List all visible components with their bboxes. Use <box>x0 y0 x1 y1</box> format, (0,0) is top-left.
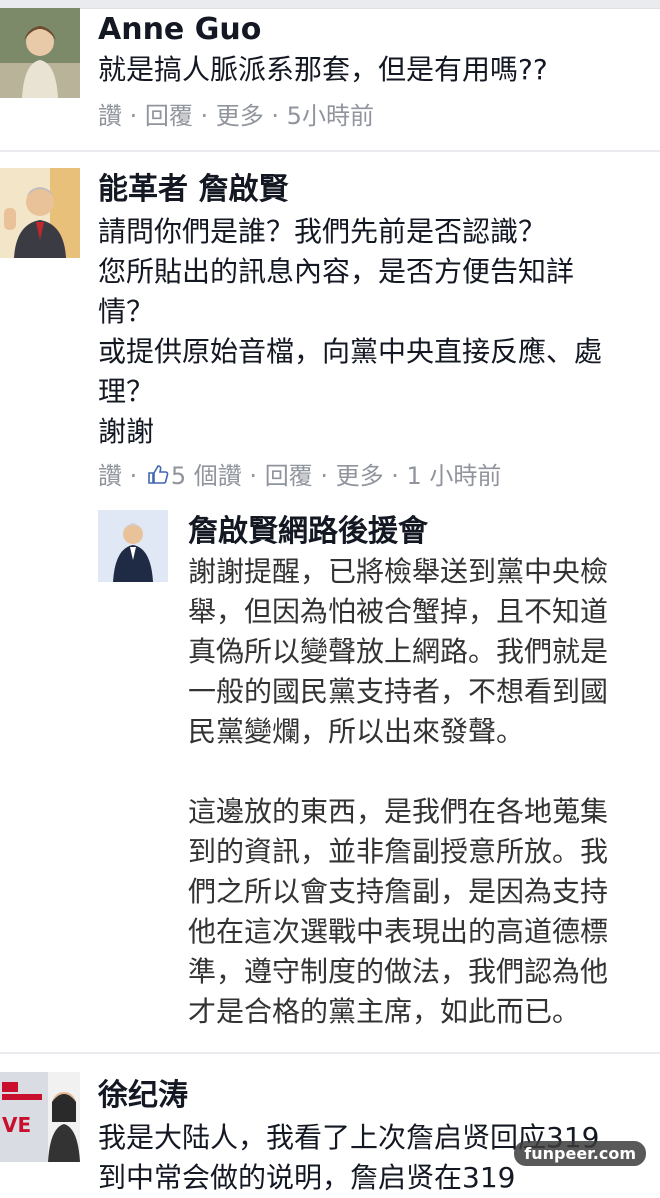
like-link[interactable]: 讚 <box>98 100 122 132</box>
reply-author[interactable]: 詹啟賢網路後援會 <box>188 512 428 552</box>
comment-author[interactable]: 能革者 詹啟賢 <box>98 170 288 210</box>
like-link[interactable]: 讚 <box>98 460 122 492</box>
comment-text: 請問你們是誰？我們先前是否認識？ 您所貼出的訊息內容，是否方便告知詳 情？ 或提… <box>98 215 603 448</box>
comment-author[interactable]: 徐纪涛 <box>98 1076 188 1116</box>
reply-text: 謝謝提醒，已將檢舉送到黨中央檢 舉，但因為怕被合蟹掉，且不知道 真偽所以變聲放上… <box>188 555 609 1028</box>
comment-divider <box>0 1052 660 1054</box>
thumbs-up-icon <box>147 461 169 493</box>
avatar[interactable] <box>0 8 80 98</box>
like-count[interactable]: 5 個讚 <box>171 460 242 492</box>
avatar[interactable]: VE <box>0 1072 80 1162</box>
reply-link[interactable]: 回覆 <box>265 460 313 492</box>
top-divider <box>0 0 660 9</box>
avatar-label: VE <box>2 1113 31 1137</box>
comment-actions: 讚 · 5 個讚 · 回覆 · 更多 · 1 小時前 <box>98 460 501 493</box>
timestamp[interactable]: 1 小時前 <box>406 460 501 492</box>
more-link[interactable]: 更多 <box>216 100 264 132</box>
avatar[interactable] <box>0 168 80 258</box>
comment-author[interactable]: Anne Guo <box>98 10 261 50</box>
avatar[interactable] <box>98 510 168 582</box>
comment-text: 就是搞人脈派系那套，但是有用嗎?? <box>98 53 548 86</box>
watermark: funpeer.com <box>514 1141 646 1166</box>
comment-actions: 讚 · 回覆 · 更多 · 5小時前 <box>98 100 374 132</box>
more-link[interactable]: 更多 <box>336 460 384 492</box>
timestamp[interactable]: 5小時前 <box>287 100 374 132</box>
reply-link[interactable]: 回覆 <box>145 100 193 132</box>
comment-divider <box>0 150 660 152</box>
